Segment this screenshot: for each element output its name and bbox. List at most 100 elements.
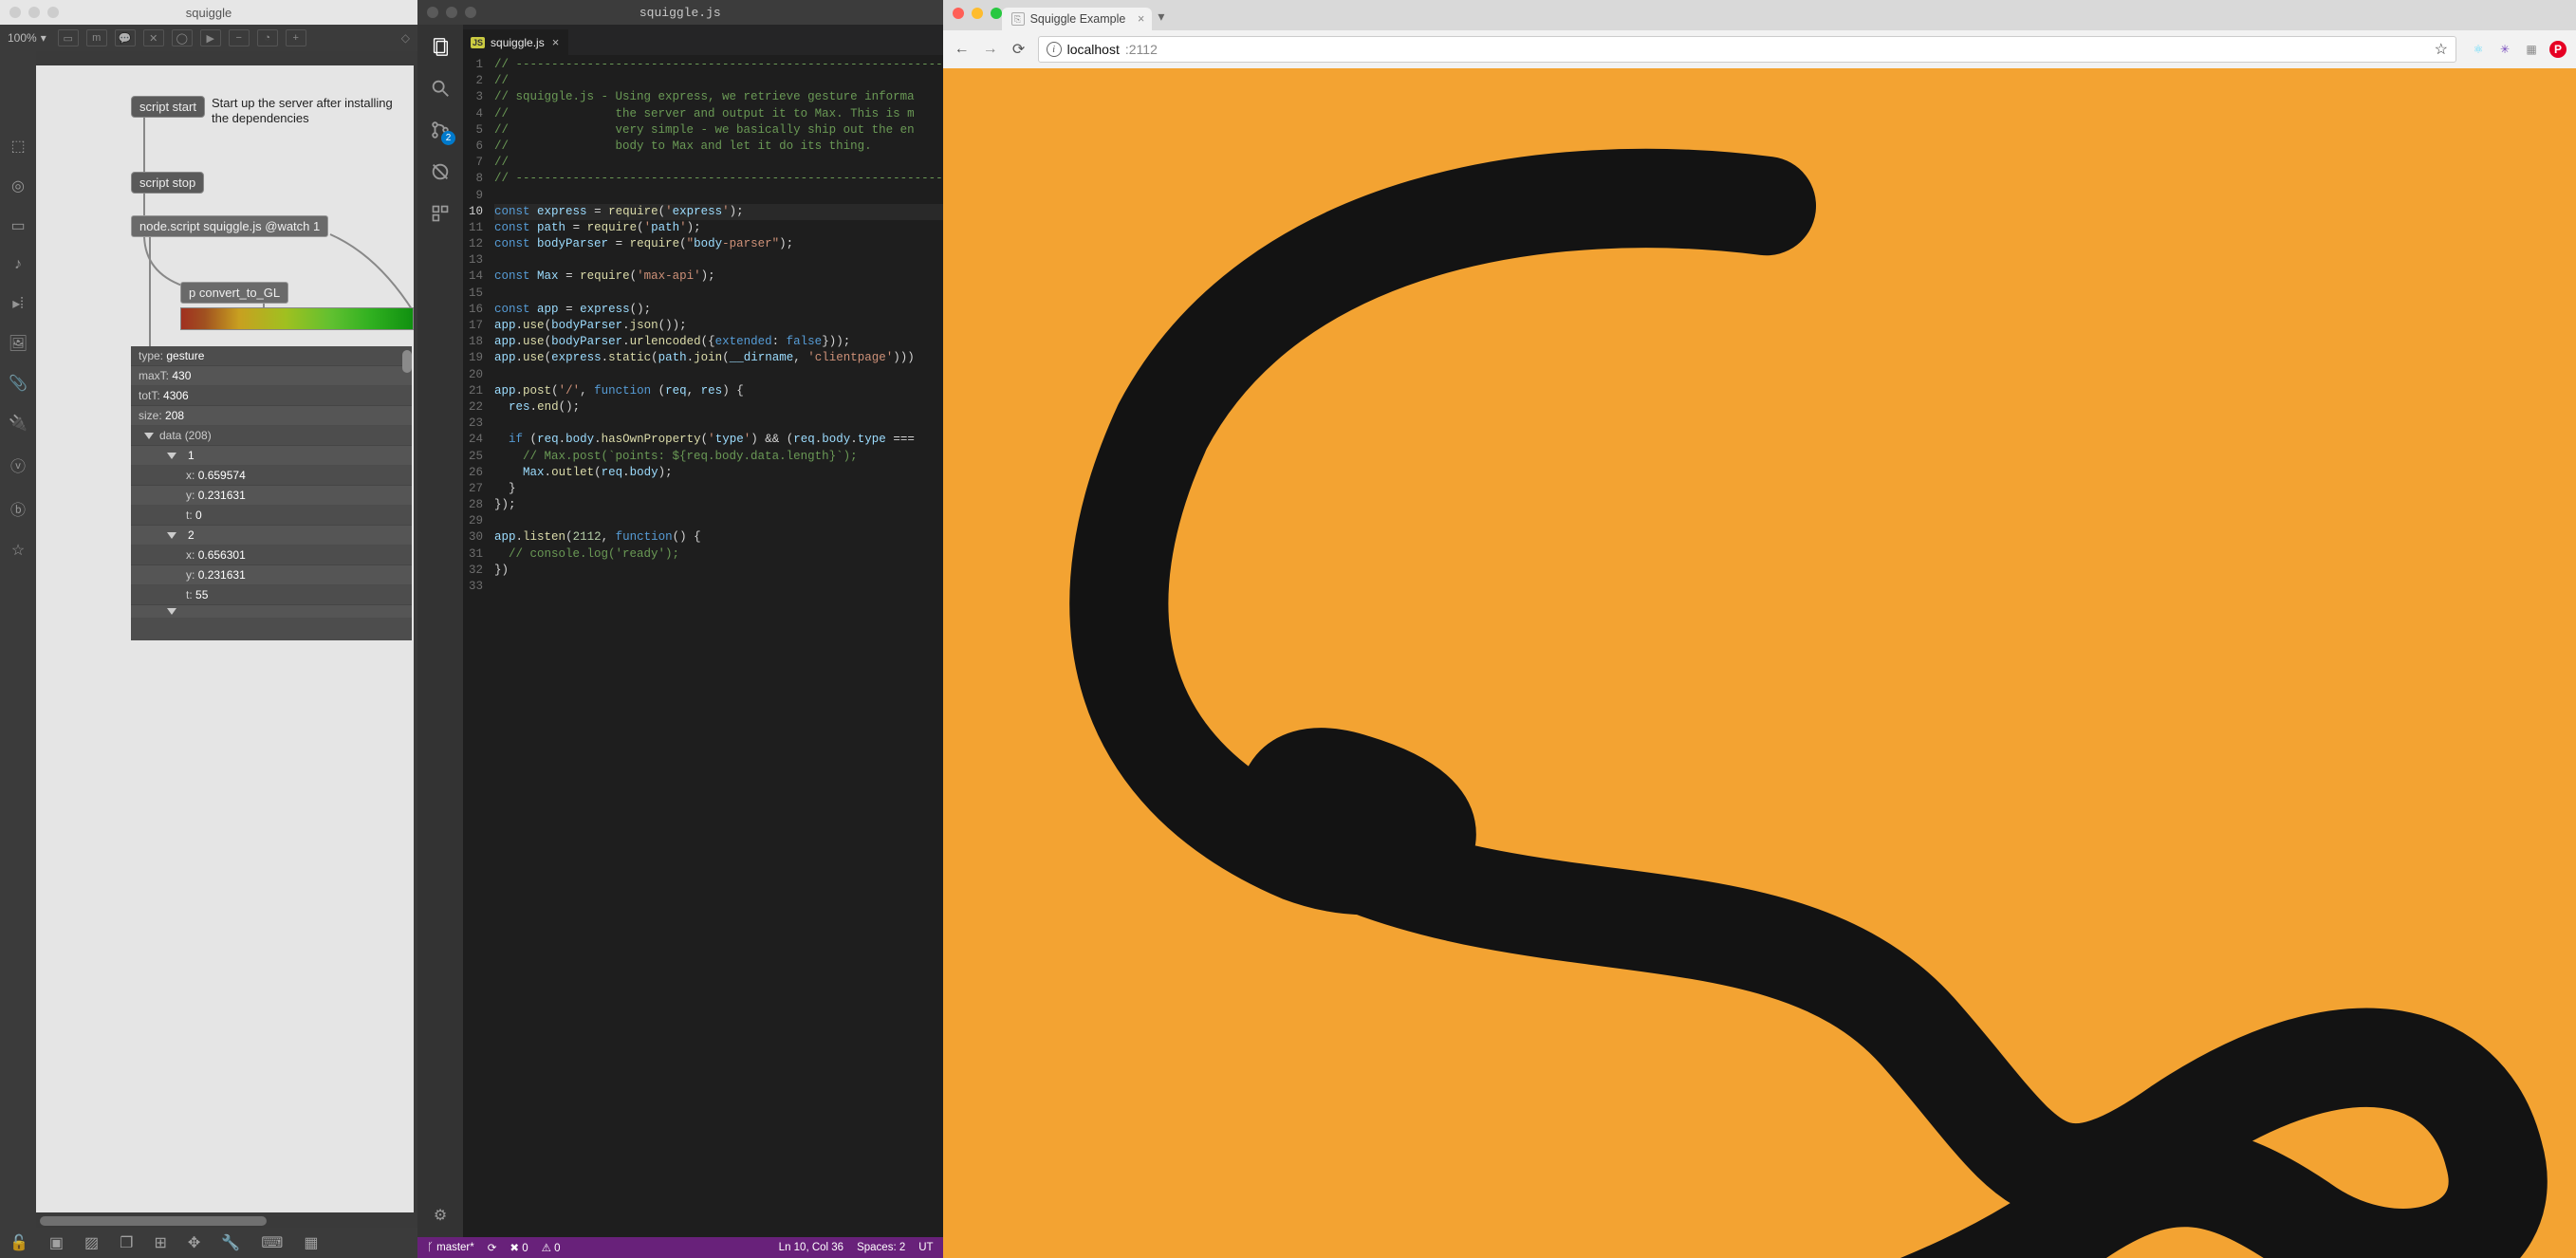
close-tab-icon[interactable]: × bbox=[552, 35, 560, 49]
traffic-minimize-icon[interactable] bbox=[28, 7, 40, 18]
status-sync-icon[interactable]: ⟳ bbox=[488, 1241, 497, 1254]
dict-view[interactable]: type: gesture maxT: 430 totT: 4306 size:… bbox=[131, 346, 412, 640]
zoom-label: 100% bbox=[8, 31, 37, 45]
toolbar-dial-icon[interactable]: ◔ bbox=[257, 29, 278, 46]
image-icon[interactable]: 🖼 bbox=[9, 334, 28, 353]
panel-icon[interactable]: ▭ bbox=[10, 216, 25, 235]
audio-icon[interactable]: ♪ bbox=[14, 256, 22, 273]
editor-code[interactable]: // -------------------------------------… bbox=[494, 55, 943, 597]
browser-tab[interactable]: ⎘ Squiggle Example × bbox=[1002, 8, 1153, 30]
site-info-icon[interactable]: i bbox=[1047, 42, 1062, 57]
debug-icon[interactable] bbox=[428, 159, 453, 184]
reload-button[interactable]: ⟳ bbox=[1010, 40, 1029, 59]
chrome-toolbar: ← → ⟳ i localhost:2112 ☆ ⚛ ✳ ▦ P bbox=[943, 30, 2576, 68]
max-window-title: squiggle bbox=[0, 6, 417, 20]
grid-icon[interactable]: ⊞ bbox=[155, 1233, 167, 1252]
squiggle-drawing bbox=[943, 68, 2576, 1258]
max-left-rail: ⬚ ◎ ▭ ♪ ▸⦙ 🖼 📎 🔌 ⓥ ⓑ ☆ bbox=[0, 51, 36, 1228]
vscode-activity-bar: 2 ⚙ bbox=[417, 25, 463, 1237]
triangle-down-icon bbox=[144, 433, 154, 439]
traffic-minimize-icon[interactable] bbox=[446, 7, 457, 18]
status-errors[interactable]: ✖ 0 bbox=[510, 1241, 528, 1254]
status-branch[interactable]: ᚴ master* bbox=[427, 1242, 474, 1253]
toolbar-button-icon[interactable]: ◯ bbox=[172, 29, 193, 46]
target-icon[interactable]: ◎ bbox=[11, 176, 25, 195]
lock-icon[interactable]: 🔓 bbox=[9, 1233, 28, 1252]
zoom-dropdown[interactable]: 100% ▾ bbox=[8, 31, 46, 45]
dict-tott-value: 4306 bbox=[163, 389, 189, 402]
keyboard-icon[interactable]: ⌨ bbox=[261, 1233, 283, 1252]
address-bar[interactable]: i localhost:2112 ☆ bbox=[1038, 36, 2456, 63]
toolbar-number-icon[interactable]: − bbox=[229, 29, 250, 46]
scm-badge: 2 bbox=[441, 131, 455, 145]
status-spaces[interactable]: Spaces: 2 bbox=[857, 1242, 905, 1253]
node-script-stop[interactable]: script stop bbox=[131, 172, 204, 194]
layers-icon[interactable]: ❐ bbox=[120, 1233, 133, 1252]
search-icon[interactable] bbox=[428, 76, 453, 101]
snap-icon[interactable]: ✥ bbox=[188, 1233, 200, 1252]
extension-grid-icon[interactable]: ▦ bbox=[2523, 41, 2540, 58]
toolbar-right-icon[interactable]: ◇ bbox=[401, 31, 410, 45]
dict-row-2-header[interactable]: 2 bbox=[131, 526, 412, 546]
presentation-icon[interactable]: ▨ bbox=[84, 1233, 99, 1252]
traffic-close-icon[interactable] bbox=[9, 7, 21, 18]
toolbar-add-icon[interactable]: + bbox=[286, 29, 306, 46]
browser-page-canvas[interactable] bbox=[943, 68, 2576, 1258]
explorer-icon[interactable] bbox=[428, 34, 453, 59]
traffic-zoom-icon[interactable] bbox=[465, 7, 476, 18]
back-button[interactable]: ← bbox=[953, 41, 972, 58]
chevron-down-icon: ▾ bbox=[41, 31, 46, 45]
star-icon[interactable]: ☆ bbox=[11, 541, 25, 560]
matrix-icon[interactable]: ▦ bbox=[304, 1233, 318, 1252]
gradient-swatch[interactable] bbox=[180, 307, 414, 330]
tab-squiggle-js[interactable]: JS squiggle.js × bbox=[463, 29, 568, 55]
react-devtools-icon[interactable]: ⚛ bbox=[2470, 41, 2487, 58]
traffic-zoom-icon[interactable] bbox=[47, 7, 59, 18]
gear-icon[interactable]: ⚙ bbox=[428, 1203, 453, 1228]
pinterest-extension-icon[interactable]: P bbox=[2549, 41, 2567, 58]
traffic-zoom-icon[interactable] bbox=[991, 8, 1002, 19]
dict-type-value: gesture bbox=[166, 349, 204, 362]
toolbar-message-icon[interactable]: m bbox=[86, 29, 107, 46]
status-warnings[interactable]: ⚠ 0 bbox=[542, 1241, 561, 1254]
circle-v-icon[interactable]: ⓥ bbox=[10, 453, 26, 476]
close-tab-icon[interactable]: × bbox=[1138, 12, 1144, 26]
forward-button: → bbox=[981, 41, 1000, 58]
bookmark-star-icon[interactable]: ☆ bbox=[2435, 40, 2448, 59]
attach-icon[interactable]: 📎 bbox=[9, 374, 28, 393]
max-patcher-canvas[interactable]: script start Start up the server after i… bbox=[36, 65, 414, 1212]
plug-icon[interactable]: 🔌 bbox=[9, 414, 28, 433]
wrench-icon[interactable]: 🔧 bbox=[221, 1233, 240, 1252]
redux-devtools-icon[interactable]: ✳ bbox=[2496, 41, 2513, 58]
circle-b-icon[interactable]: ⓑ bbox=[10, 497, 26, 520]
max-titlebar[interactable]: squiggle bbox=[0, 0, 417, 25]
dict-scrollbar[interactable] bbox=[402, 350, 412, 373]
comment-start: Start up the server after installing the… bbox=[212, 96, 411, 127]
toolbar-comment-icon[interactable]: 💬 bbox=[115, 29, 136, 46]
scm-icon[interactable]: 2 bbox=[428, 118, 453, 142]
traffic-minimize-icon[interactable] bbox=[972, 8, 983, 19]
status-lncol[interactable]: Ln 10, Col 36 bbox=[779, 1242, 843, 1253]
new-tab-button[interactable]: ▾ bbox=[1158, 9, 1164, 25]
patcher-horizontal-scrollbar[interactable] bbox=[36, 1214, 414, 1228]
status-encoding[interactable]: UT bbox=[918, 1242, 933, 1253]
node-p-convert[interactable]: p convert_to_GL bbox=[180, 282, 288, 304]
play-icon[interactable]: ▸⦙ bbox=[12, 294, 24, 313]
traffic-close-icon[interactable] bbox=[953, 8, 964, 19]
dict-row-3-header[interactable] bbox=[131, 605, 412, 619]
window-icon[interactable]: ▣ bbox=[49, 1233, 64, 1252]
toolbar-bang-icon[interactable]: ▶ bbox=[200, 29, 221, 46]
dict-data-header[interactable]: data (208) bbox=[131, 426, 412, 446]
dict-row-1-header[interactable]: 1 bbox=[131, 446, 412, 466]
toolbar-toggle-icon[interactable]: ✕ bbox=[143, 29, 164, 46]
vscode-editor[interactable]: 1234567891011121314151617181920212223242… bbox=[463, 55, 943, 1237]
node-node-script[interactable]: node.script squiggle.js @watch 1 bbox=[131, 215, 328, 237]
vscode-titlebar[interactable]: squiggle.js bbox=[417, 0, 943, 25]
toolbar-object-icon[interactable]: ▭ bbox=[58, 29, 79, 46]
extensions-icon[interactable] bbox=[428, 201, 453, 226]
object-palette-icon[interactable]: ⬚ bbox=[10, 137, 25, 156]
vscode-statusbar: ᚴ master* ⟳ ✖ 0 ⚠ 0 Ln 10, Col 36 Spaces… bbox=[417, 1237, 943, 1258]
traffic-close-icon[interactable] bbox=[427, 7, 438, 18]
chrome-tabstrip: ⎘ Squiggle Example × ▾ bbox=[943, 0, 2576, 30]
node-script-start[interactable]: script start bbox=[131, 96, 205, 118]
